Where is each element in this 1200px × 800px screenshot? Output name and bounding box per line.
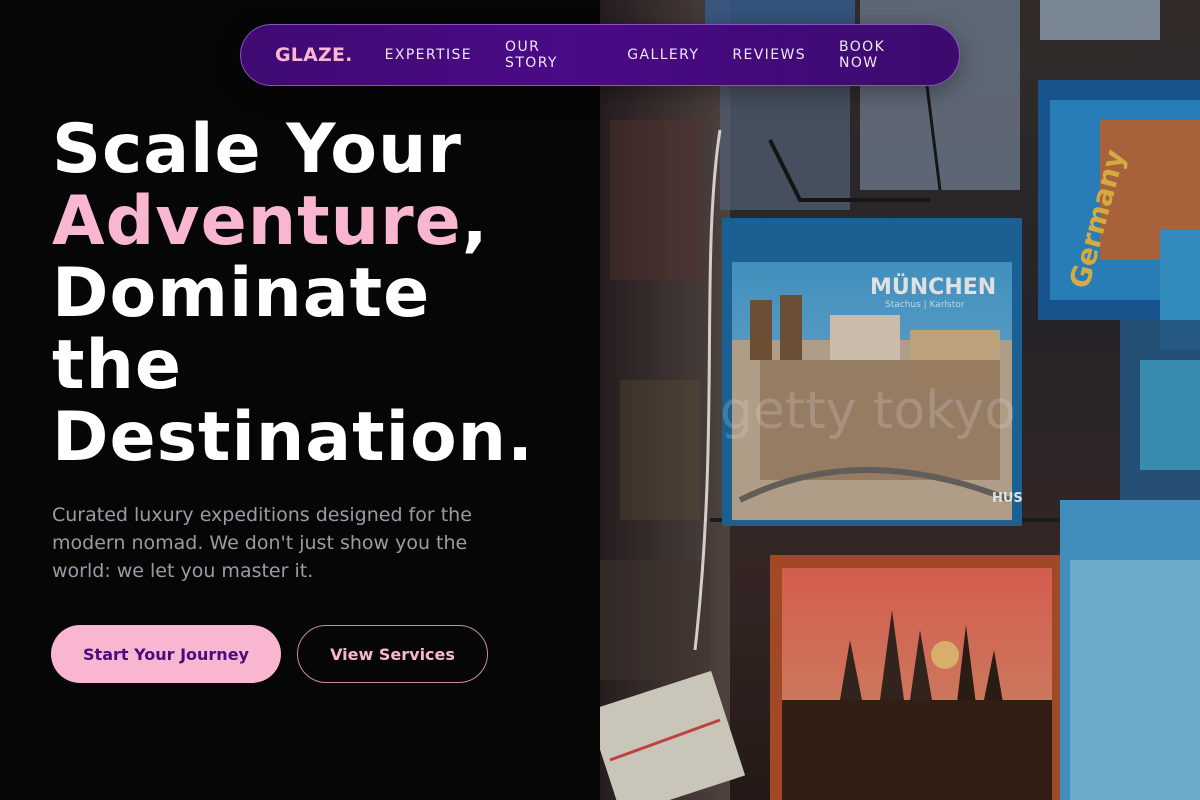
view-services-button[interactable]: View Services bbox=[297, 625, 488, 683]
hero-title: Scale Your Adventure, Dominate the Desti… bbox=[52, 114, 592, 474]
brand-logo[interactable]: GLAZE. bbox=[275, 44, 353, 66]
nav-link-gallery[interactable]: GALLERY bbox=[627, 47, 699, 63]
nav-link-our-story[interactable]: OUR STORY bbox=[505, 39, 594, 71]
hero-title-comma: , bbox=[461, 182, 489, 261]
postcard-rack-illustration: MÜNCHEN Stachus | Karlstor HUS Germany g… bbox=[600, 0, 1200, 800]
hero-title-line-1: Scale Your bbox=[52, 110, 462, 189]
hero-title-line-4: the bbox=[52, 326, 183, 405]
nav-link-reviews[interactable]: REVIEWS bbox=[732, 47, 806, 63]
nav-link-expertise[interactable]: EXPERTISE bbox=[385, 47, 472, 63]
nav-link-book-now[interactable]: BOOK NOW bbox=[839, 39, 926, 71]
hero-title-line-5: Destination. bbox=[52, 398, 534, 477]
start-journey-button[interactable]: Start Your Journey bbox=[51, 625, 281, 683]
hero-subtitle: Curated luxury expeditions designed for … bbox=[52, 504, 472, 582]
top-nav: GLAZE. EXPERTISE OUR STORY GALLERY REVIE… bbox=[240, 24, 960, 86]
hero-title-line-3: Dominate bbox=[52, 254, 431, 333]
hero-title-accent: Adventure bbox=[52, 182, 462, 261]
hero-photo: MÜNCHEN Stachus | Karlstor HUS Germany g… bbox=[600, 0, 1200, 800]
